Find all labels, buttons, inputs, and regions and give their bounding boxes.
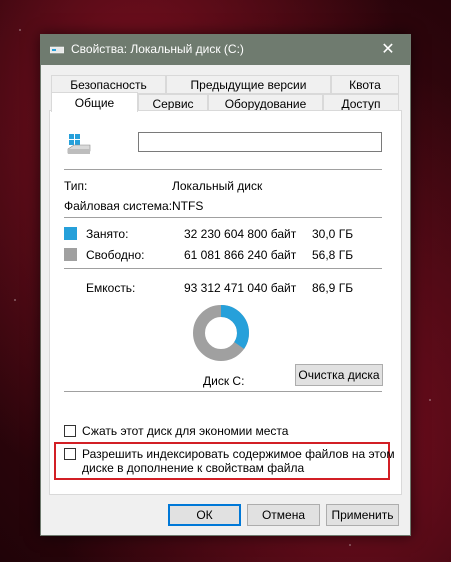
tab-general[interactable]: Общие — [51, 92, 138, 112]
capacity-bytes: 93 312 471 040 байт — [184, 281, 297, 295]
cancel-button[interactable]: Отмена — [247, 504, 320, 526]
index-label-line2: диске в дополнение к свойствам файла — [82, 461, 305, 475]
used-label: Занято: — [86, 227, 129, 241]
window-title: Свойства: Локальный диск (C:) — [71, 42, 244, 56]
used-space-swatch — [64, 227, 77, 240]
disk-usage-donut — [193, 305, 249, 361]
type-value: Локальный диск — [172, 179, 263, 193]
divider — [64, 169, 382, 170]
index-label-line1: Разрешить индексировать содержимое файло… — [82, 447, 395, 461]
index-checkbox[interactable] — [64, 448, 76, 460]
divider — [64, 217, 382, 218]
disk-cleanup-button[interactable]: Очистка диска — [295, 364, 383, 386]
general-panel: Тип: Локальный диск Файловая система: NT… — [49, 110, 402, 495]
type-label: Тип: — [64, 179, 88, 193]
capacity-label: Емкость: — [86, 281, 136, 295]
properties-dialog: Свойства: Локальный диск (C:) ✕ Безопасн… — [40, 34, 411, 536]
free-bytes: 61 081 866 240 байт — [184, 248, 297, 262]
divider — [64, 268, 382, 269]
close-icon[interactable]: ✕ — [366, 35, 410, 65]
apply-button[interactable]: Применить — [326, 504, 399, 526]
compress-label: Сжать этот диск для экономии места — [82, 424, 289, 438]
used-bytes: 32 230 604 800 байт — [184, 227, 297, 241]
free-gb: 56,8 ГБ — [312, 248, 354, 262]
volume-label-input[interactable] — [138, 132, 382, 152]
ok-button[interactable]: ОК — [168, 504, 241, 526]
local-disk-icon — [67, 134, 91, 154]
tab-quota[interactable]: Квота — [331, 75, 399, 94]
used-gb: 30,0 ГБ — [312, 227, 354, 241]
divider — [64, 391, 382, 392]
disk-label: Диск C: — [203, 374, 245, 388]
filesystem-label: Файловая система: — [64, 199, 173, 213]
free-space-swatch — [64, 248, 77, 261]
title-bar[interactable]: Свойства: Локальный диск (C:) ✕ — [41, 35, 410, 65]
free-label: Свободно: — [86, 248, 145, 262]
compress-checkbox[interactable] — [64, 425, 76, 437]
drive-icon — [50, 46, 64, 54]
filesystem-value: NTFS — [172, 199, 204, 213]
tab-previous-versions[interactable]: Предыдущие версии — [166, 75, 331, 94]
capacity-gb: 86,9 ГБ — [312, 281, 354, 295]
